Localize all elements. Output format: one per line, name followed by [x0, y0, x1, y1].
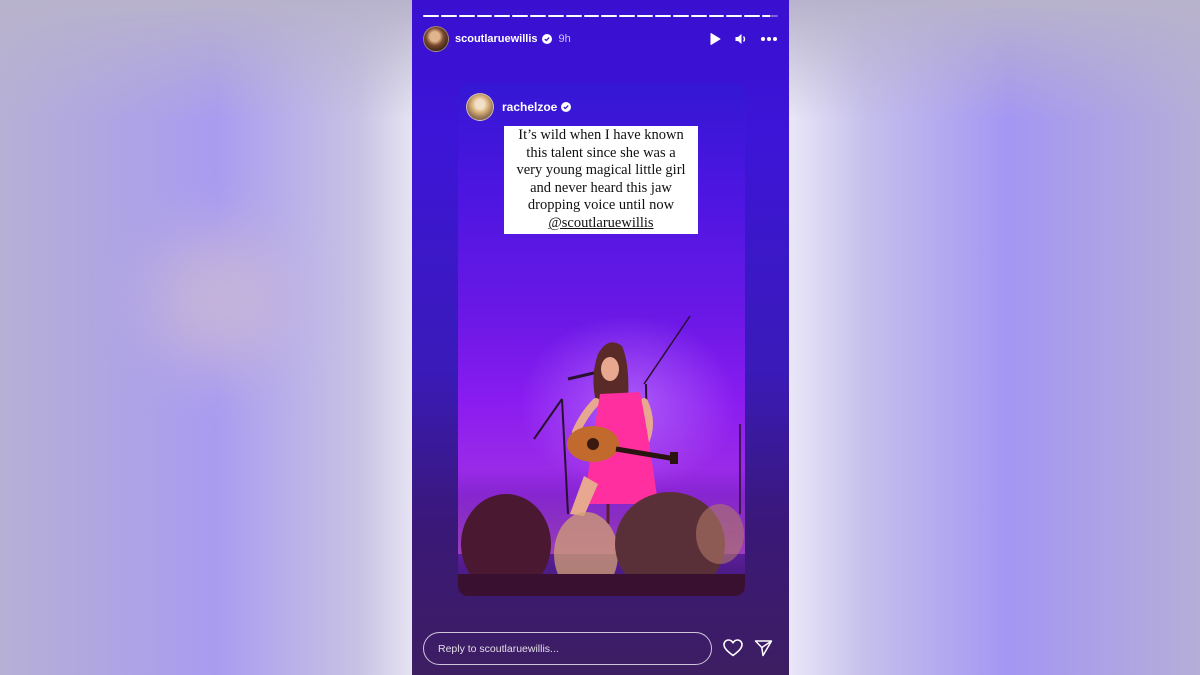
progress-segment: [565, 15, 582, 17]
progress-segment: [583, 15, 600, 17]
progress-segment: [458, 15, 475, 17]
shared-post-header: rachelzoe: [466, 93, 572, 121]
caption-text-box: It’s wild when I have known this talent …: [504, 126, 698, 234]
progress-segment: [654, 15, 671, 17]
progress-segment: [708, 15, 725, 17]
progress-segment: [637, 15, 653, 17]
story-viewer[interactable]: scoutlaruewillis 9h rachelzoe It’s wild …: [412, 0, 789, 675]
shared-post-avatar[interactable]: [466, 93, 494, 121]
caption-line: this talent since she was a: [526, 144, 676, 161]
caption-line: very young magical little girl: [516, 162, 686, 179]
progress-segment: [476, 15, 493, 17]
verified-badge-icon: [541, 34, 552, 44]
story-username[interactable]: scoutlaruewillis: [455, 33, 538, 45]
verified-badge-icon: [561, 102, 572, 112]
progress-segment: [762, 15, 778, 17]
progress-segment: [547, 15, 564, 17]
audience-silhouettes: [458, 492, 745, 596]
progress-segment: [423, 15, 439, 17]
progress-segment: [726, 15, 743, 17]
progress-segment: [690, 15, 707, 17]
progress-segment: [619, 15, 636, 17]
shared-post-username[interactable]: rachelzoe: [502, 100, 557, 114]
reply-placeholder: Reply to scoutlaruewillis...: [438, 642, 559, 655]
more-icon[interactable]: [760, 32, 778, 46]
progress-segment: [512, 15, 529, 17]
story-header: scoutlaruewillis 9h: [423, 26, 778, 52]
mention-link[interactable]: @scoutlaruewillis: [504, 215, 698, 233]
progress-segment: [601, 15, 618, 17]
progress-segment: [494, 15, 511, 17]
progress-segment: [530, 15, 546, 17]
send-icon[interactable]: [754, 639, 773, 657]
shared-post-card[interactable]: rachelzoe It’s wild when I have known th…: [458, 84, 745, 596]
progress-segment: [744, 15, 761, 17]
caption-line: It’s wild when I have known: [518, 127, 684, 143]
progress-segment: [440, 15, 457, 17]
reply-input[interactable]: Reply to scoutlaruewillis...: [423, 632, 712, 665]
caption-line: and never heard this jaw: [530, 179, 672, 196]
heart-icon[interactable]: [723, 639, 743, 657]
progress-segment: [672, 15, 689, 17]
avatar[interactable]: [423, 26, 449, 52]
play-icon[interactable]: [708, 32, 722, 46]
caption-line: dropping voice until now: [527, 197, 675, 214]
story-progress-bar: [423, 15, 778, 18]
story-timestamp: 9h: [558, 33, 571, 45]
volume-icon[interactable]: [734, 32, 748, 46]
background-blur-glow: [150, 230, 290, 370]
